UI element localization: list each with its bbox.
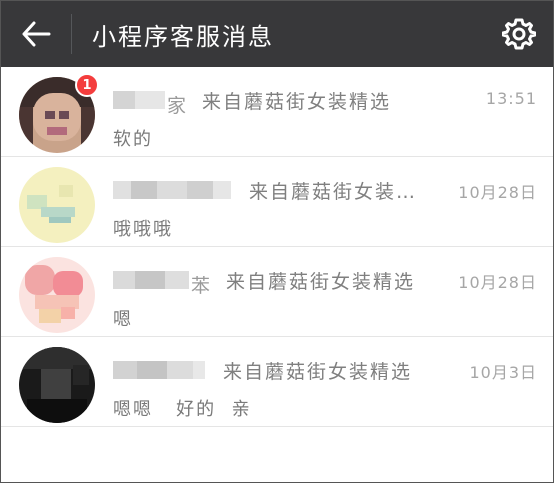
blurred-name [113, 360, 209, 380]
avatar [19, 347, 95, 423]
conversation-row[interactable]: 来自蘑菇街女装精选 10月3日 嗯嗯 好的 亲 [1, 337, 553, 427]
back-button[interactable] [1, 1, 71, 67]
name-line: 苯 来自蘑菇街女装精选 [113, 267, 416, 297]
source-label: 来自蘑菇街女装精选 [226, 270, 416, 293]
message-time: 10月28日 [458, 273, 537, 292]
blurred-name: 苯 [113, 270, 212, 297]
blurred-name: 家 [113, 90, 188, 117]
header-divider [71, 14, 72, 54]
name-line: 来自蘑菇街女装… [113, 177, 417, 203]
message-time: 10月3日 [469, 363, 537, 382]
top-bar: 小程序客服消息 [1, 1, 553, 67]
source-label: 来自蘑菇街女装… [249, 180, 418, 203]
source-label: 来自蘑菇街女装精选 [202, 90, 392, 113]
avatar [19, 167, 95, 243]
message-list: 1 家 来自蘑菇街女装精选 13:51 软的 来自蘑菇街女装… 10月28日 哦… [1, 67, 553, 427]
name-line: 来自蘑菇街女装精选 [113, 357, 412, 383]
app-frame: 小程序客服消息 1 家 来自蘑菇街女装精选 13:51 软的 来自蘑菇街女装… … [0, 0, 554, 483]
conversation-row[interactable]: 来自蘑菇街女装… 10月28日 哦哦哦 [1, 157, 553, 247]
message-preview: 嗯嗯 好的 亲 [113, 399, 252, 420]
message-time: 13:51 [485, 89, 537, 108]
settings-button[interactable] [501, 16, 537, 52]
message-time: 10月28日 [458, 183, 537, 202]
conversation-row[interactable]: 1 家 来自蘑菇街女装精选 13:51 软的 [1, 67, 553, 157]
message-preview: 哦哦哦 [113, 219, 173, 240]
avatar [19, 257, 95, 333]
gear-icon [502, 18, 536, 50]
name-line: 家 来自蘑菇街女装精选 [113, 87, 392, 117]
name-visible-char: 家 [167, 95, 187, 117]
unread-badge: 1 [75, 73, 99, 97]
page-title: 小程序客服消息 [92, 22, 274, 51]
blurred-name [113, 180, 235, 200]
source-label: 来自蘑菇街女装精选 [223, 360, 413, 383]
message-preview: 嗯 [113, 309, 133, 330]
name-visible-char: 苯 [191, 275, 211, 297]
arrow-left-icon [22, 21, 51, 47]
conversation-row[interactable]: 苯 来自蘑菇街女装精选 10月28日 嗯 [1, 247, 553, 337]
message-preview: 软的 [113, 129, 153, 150]
